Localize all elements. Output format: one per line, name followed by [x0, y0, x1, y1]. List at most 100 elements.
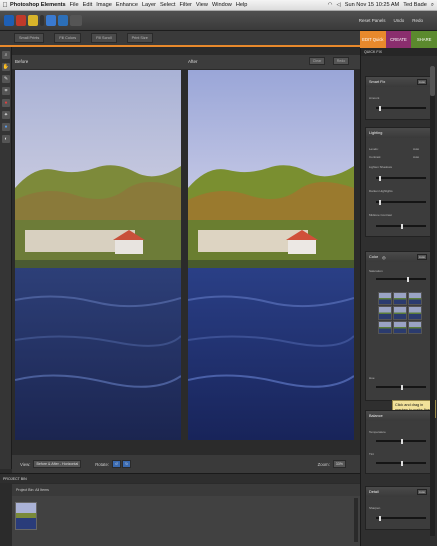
menu-view[interactable]: View — [196, 2, 208, 8]
reset-panels-button[interactable]: Reset Panels — [359, 18, 386, 23]
crop-tool-icon[interactable]: ⌗ — [2, 87, 10, 95]
menu-filter[interactable]: Filter — [179, 2, 191, 8]
appbar-right: Reset Panels Undo Redo — [359, 18, 437, 23]
project-bin-filter[interactable]: Project Bin: All Items — [12, 484, 360, 496]
volume-icon[interactable]: ◁ — [336, 2, 340, 8]
menu-window[interactable]: Window — [212, 2, 232, 8]
save-icon[interactable] — [46, 15, 56, 26]
tab-share[interactable]: SHARE — [411, 31, 437, 48]
redo-button[interactable]: Redo — [412, 18, 423, 23]
lighten-shadows-slider[interactable] — [376, 176, 426, 181]
user-name[interactable]: Ted Bade — [403, 2, 427, 8]
saturation-preview-grid[interactable] — [378, 292, 422, 334]
doc-tab[interactable]: Fill Colors — [54, 33, 82, 43]
red-eye-icon[interactable]: ● — [2, 99, 10, 107]
tools-panel: ⌕ ✋ ✎ ⌗ ● ✦ ● ◐ — [0, 47, 12, 469]
clock[interactable]: Sun Nov 15 10:25 AM — [345, 2, 399, 8]
menu-edit[interactable]: Edit — [83, 2, 93, 8]
hue-slider[interactable] — [376, 385, 426, 390]
smart-fix-section: Smart Fix Auto Amount — [365, 76, 434, 120]
smart-fix-header[interactable]: Smart Fix Auto — [366, 77, 433, 87]
spotlight-icon[interactable]: ⌕ — [431, 2, 434, 9]
undo-button[interactable]: Undo — [393, 18, 404, 23]
view-select[interactable]: Before & After - Horizontal — [33, 460, 82, 468]
color-auto-button[interactable]: Auto — [417, 254, 427, 260]
whiten-teeth-icon[interactable]: ✦ — [2, 111, 10, 119]
color-header[interactable]: Color ◎ Auto — [366, 252, 433, 262]
contrast-auto-button[interactable]: Auto — [410, 155, 419, 159]
organizer-icon[interactable] — [4, 15, 14, 26]
hand-tool-icon[interactable]: ✋ — [2, 63, 10, 71]
blue-sky-icon[interactable]: ● — [2, 123, 10, 131]
bin-thumbnail[interactable] — [15, 502, 37, 530]
menu-layer[interactable]: Layer — [142, 2, 156, 8]
lighting-section: Lighting Levels: Auto Contrast: Auto Lig… — [365, 127, 434, 237]
temperature-slider[interactable] — [376, 439, 426, 444]
panel-scrollbar[interactable] — [430, 66, 435, 536]
doc-tab[interactable]: Small Prints — [14, 33, 45, 43]
preview-thumb[interactable] — [378, 320, 392, 334]
temperature-label: Temperature — [369, 430, 386, 434]
detail-header[interactable]: Detail Auto — [366, 487, 433, 497]
wifi-icon[interactable]: ◠ — [328, 2, 333, 8]
balance-header[interactable]: Balance — [366, 411, 433, 421]
detail-auto-button[interactable]: Auto — [417, 489, 427, 495]
zoom-field[interactable]: 33% — [332, 460, 346, 468]
edit-icon[interactable] — [16, 15, 26, 26]
rotate-left-icon[interactable]: ↺ — [112, 460, 122, 468]
menu-help[interactable]: Help — [236, 2, 248, 8]
saturation-slider[interactable] — [376, 277, 426, 282]
bin-scrollbar[interactable] — [354, 498, 358, 542]
menu-file[interactable]: File — [70, 2, 79, 8]
smart-fix-auto-button[interactable]: Auto — [417, 79, 427, 85]
levels-auto-button[interactable]: Auto — [410, 147, 419, 151]
hue-label: Hue — [369, 376, 375, 380]
auto-color-icon[interactable]: ◎ — [382, 255, 385, 260]
preview-thumb[interactable] — [378, 306, 392, 320]
lighten-shadows-label: Lighten Shadows — [369, 165, 393, 169]
midtone-contrast-slider[interactable] — [376, 224, 426, 229]
levels-label: Levels: — [369, 147, 379, 151]
panel-title: QUICK FIX — [361, 48, 437, 56]
clear-button[interactable]: Clear — [309, 57, 325, 65]
preview-thumb[interactable] — [408, 292, 422, 306]
zoom-label: Zoom: — [317, 461, 330, 467]
project-bin-header[interactable]: PROJECT BIN — [0, 473, 360, 483]
preview-thumb[interactable] — [378, 292, 392, 306]
rotate-right-icon[interactable]: ↻ — [122, 460, 132, 468]
redo-view-button[interactable]: Redo — [333, 57, 349, 65]
lighting-header[interactable]: Lighting — [366, 128, 433, 138]
preview-thumb[interactable] — [393, 320, 407, 334]
layout-dropdown-icon[interactable] — [70, 15, 82, 26]
amount-label: Amount — [369, 96, 380, 100]
view-label: View: — [20, 461, 31, 467]
tint-label: Tint — [369, 452, 374, 456]
preview-thumb[interactable] — [408, 306, 422, 320]
after-image[interactable] — [188, 70, 354, 440]
menu-enhance[interactable]: Enhance — [116, 2, 138, 8]
bw-icon[interactable]: ◐ — [2, 135, 10, 143]
doc-tab[interactable]: Fill Scroll — [91, 33, 117, 43]
before-image[interactable] — [15, 70, 181, 440]
menu-image[interactable]: Image — [96, 2, 112, 8]
amount-slider[interactable] — [376, 106, 426, 111]
tab-edit[interactable]: EDIT Quick — [360, 31, 386, 48]
tab-create[interactable]: CREATE — [385, 31, 412, 48]
new-icon[interactable] — [28, 15, 38, 26]
darken-highlights-slider[interactable] — [376, 200, 426, 205]
sharpen-slider[interactable] — [376, 516, 426, 521]
apple-menu-icon[interactable]:  — [0, 2, 10, 9]
preview-thumb[interactable] — [393, 292, 407, 306]
tint-slider[interactable] — [376, 461, 426, 466]
zoom-tool-icon[interactable]: ⌕ — [2, 51, 10, 59]
print-icon[interactable] — [58, 15, 68, 26]
quick-selection-icon[interactable]: ✎ — [2, 75, 10, 83]
color-section: Color ◎ Auto Saturation Hue — [365, 251, 434, 401]
project-bin — [12, 496, 360, 546]
app-name-menu[interactable]: Photoshop Elements — [10, 2, 66, 8]
preview-thumb[interactable] — [393, 306, 407, 320]
preview-thumb[interactable] — [408, 320, 422, 334]
menu-select[interactable]: Select — [160, 2, 176, 8]
doc-tab[interactable]: Print Size — [126, 33, 153, 43]
scroll-thumb[interactable] — [430, 66, 435, 96]
